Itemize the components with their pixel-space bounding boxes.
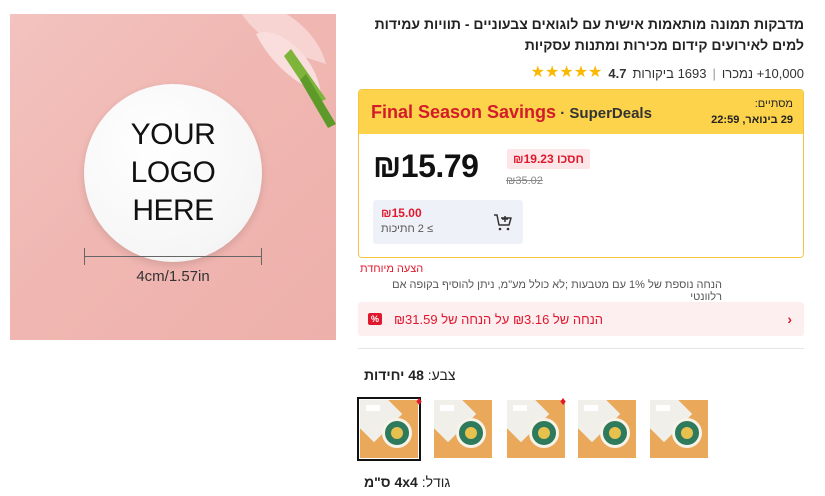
- color-swatch[interactable]: [578, 400, 636, 458]
- star-icon: ★: [573, 64, 589, 81]
- logo-line-2: LOGO: [130, 156, 216, 189]
- coupon-icon: %: [368, 313, 382, 325]
- dimension-indicator: 4cm/1.57in: [84, 240, 262, 285]
- deal-title: Final Season Savings · SuperDeals: [371, 102, 652, 123]
- product-info: מדבקות תמונה מותאמות אישית עם לוגואים צב…: [358, 14, 804, 84]
- deal-countdown: מסתיים: 29 בינואר, 22:59: [711, 96, 793, 128]
- deal-body: ₪15.79 חסכו ₪19.23 ₪35.02 ₪15.00 ≥ 2 חתי…: [359, 134, 803, 257]
- bulk-price-option[interactable]: ₪15.00 ≥ 2 חתיכות: [373, 200, 523, 244]
- savings-badge: חסכו ₪19.23: [507, 149, 590, 169]
- review-count[interactable]: 1693 ביקורות: [632, 66, 706, 81]
- special-offer-label: הצעה מיוחדת: [360, 263, 424, 275]
- star-icon: ★: [530, 64, 545, 81]
- color-title: צבע:: [427, 367, 456, 383]
- product-image[interactable]: YOUR LOGO HERE 4cm/1.57in: [10, 14, 336, 340]
- deal-title-text: Final Season Savings: [371, 102, 557, 122]
- bulk-price: ₪15.00: [381, 206, 422, 220]
- color-swatches: ♦ ♦: [357, 394, 720, 461]
- color-swatch[interactable]: [507, 400, 565, 458]
- dimension-label: 4cm/1.57in: [136, 268, 210, 285]
- hot-icon: ♦: [560, 394, 567, 408]
- logo-line-3: HERE: [132, 194, 214, 227]
- current-price: ₪15.79: [373, 148, 479, 184]
- coupon-bar[interactable]: % הנחה של ₪3.16 על הנחה של ₪31.59 ›: [358, 302, 804, 336]
- sold-count: 10,000+ נמכרו: [721, 65, 804, 81]
- color-label: צבע: 48 יחידות: [364, 367, 456, 383]
- deal-brand: SuperDeals: [569, 105, 652, 122]
- star-icon: ★: [588, 64, 603, 81]
- separator: |: [712, 65, 716, 81]
- star-icon: ★: [545, 64, 560, 81]
- logo-line-1: YOUR: [130, 118, 216, 151]
- product-title: מדבקות תמונה מותאמות אישית עם לוגואים צב…: [374, 16, 804, 53]
- superdeals-box: Final Season Savings · SuperDeals מסתיים…: [358, 89, 804, 258]
- rating-stars[interactable]: ★ ★ ★ ★ ★: [531, 65, 603, 81]
- color-value: 48 יחידות: [364, 367, 424, 383]
- hot-icon: ♦: [416, 394, 423, 408]
- rating-value: 4.7: [608, 65, 627, 81]
- size-value: 4x4 ס"מ: [364, 474, 418, 490]
- color-swatch[interactable]: [357, 397, 421, 461]
- color-swatch[interactable]: [650, 400, 708, 458]
- savings-text: חסכו ₪19.23: [513, 152, 584, 166]
- chevron-right-icon[interactable]: ›: [787, 311, 792, 327]
- original-price: ₪35.02: [506, 175, 543, 187]
- ends-date: 29 בינואר, 22:59: [711, 114, 793, 126]
- add-to-cart-icon[interactable]: [493, 212, 513, 232]
- coupon-text: הנחה של ₪3.16 על הנחה של ₪31.59: [394, 312, 603, 327]
- divider: [358, 348, 804, 349]
- logo-sticker: YOUR LOGO HERE: [84, 84, 262, 262]
- color-swatch[interactable]: [434, 400, 492, 458]
- size-title: גודל:: [421, 474, 451, 490]
- rating-row: 10,000+ נמכרו | 1693 ביקורות 4.7 ★ ★ ★ ★…: [358, 62, 804, 84]
- size-label: גודל: 4x4 ס"מ: [364, 474, 450, 490]
- bulk-quantity: ≥ 2 חתיכות: [381, 223, 433, 235]
- star-icon: ★: [559, 64, 574, 81]
- extra-discount-text: הנחה נוספת של 1% עם מטבעות ;לא כולל מע"מ…: [392, 279, 722, 303]
- ends-label: מסתיים:: [754, 98, 793, 110]
- deal-brand-sep: ·: [556, 105, 570, 122]
- deal-header: Final Season Savings · SuperDeals מסתיים…: [359, 90, 803, 134]
